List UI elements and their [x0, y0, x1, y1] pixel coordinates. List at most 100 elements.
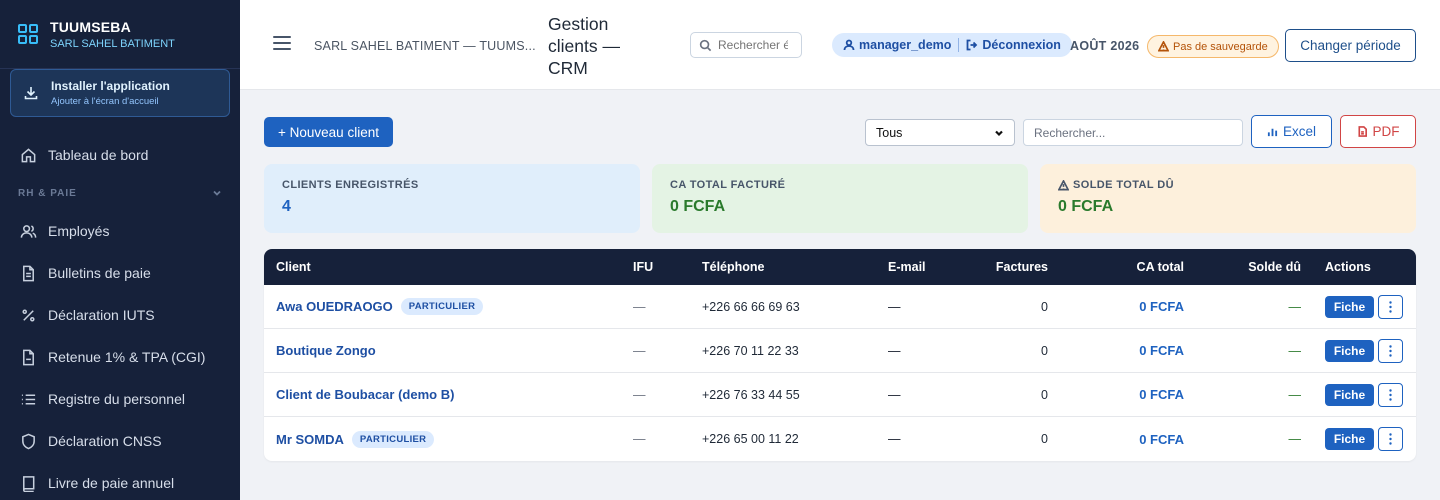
client-type-badge: PARTICULIER — [351, 430, 435, 448]
download-icon — [24, 87, 38, 100]
phone-cell: +226 70 11 22 33 — [702, 343, 799, 358]
warning-icon — [1158, 41, 1169, 52]
search-icon — [699, 39, 712, 51]
percent-icon — [22, 308, 35, 322]
section-rh-paie[interactable]: RH & PAIE — [0, 176, 240, 210]
sidebar-item-employes[interactable]: Employés — [0, 210, 240, 252]
file-pdf-icon — [1357, 126, 1367, 137]
sidebar-item-label: Bulletins de paie — [48, 265, 151, 281]
client-type-select-value: Tous — [876, 125, 903, 140]
global-search-input[interactable] — [718, 38, 788, 52]
client-cell: Client de Boubacar (demo B) — [276, 373, 454, 416]
logout-link[interactable]: Déconnexion — [982, 38, 1061, 52]
sidebar-item-livre[interactable]: Livre de paie annuel — [0, 462, 240, 500]
email-cell: — — [888, 299, 901, 314]
current-period: AOÛT 2026 — [1070, 39, 1140, 53]
sidebar-item-label: Registre du personnel — [48, 391, 185, 407]
more-actions-button[interactable] — [1378, 338, 1403, 363]
invoices-cell: 0 — [1041, 387, 1048, 402]
sidebar-item-retenue[interactable]: Retenue 1% & TPA (CGI) — [0, 336, 240, 378]
sidebar-item-bulletins[interactable]: Bulletins de paie — [0, 252, 240, 294]
export-pdf-label: PDF — [1372, 124, 1400, 139]
stat-label-row: SOLDE TOTAL DÛ — [1058, 179, 1398, 191]
client-name-link[interactable]: Awa OUEDRAOGO — [276, 299, 393, 314]
client-cell: Mr SOMDA PARTICULIER — [276, 417, 435, 461]
email-cell: — — [888, 343, 901, 358]
user-name[interactable]: manager_demo — [859, 38, 951, 52]
column-header-solde: Solde dû — [1248, 260, 1301, 274]
more-actions-button[interactable] — [1378, 382, 1403, 407]
stat-label: CLIENTS ENREGISTRÉS — [282, 179, 419, 191]
fiche-button[interactable]: Fiche — [1325, 295, 1374, 318]
stat-label: CA TOTAL FACTURÉ — [670, 179, 786, 191]
client-search-input[interactable] — [1023, 119, 1243, 146]
fiche-button[interactable]: Fiche — [1325, 383, 1374, 406]
stat-card-ca: CA TOTAL FACTURÉ 0 FCFA — [652, 164, 1028, 233]
column-header-ifu: IFU — [633, 260, 654, 274]
users-icon — [20, 224, 37, 238]
warning-icon — [1058, 179, 1069, 190]
more-vertical-icon — [1389, 433, 1392, 445]
sidebar-item-iuts[interactable]: Déclaration IUTS — [0, 294, 240, 336]
table-row: Mr SOMDA PARTICULIER — +226 65 00 11 22 … — [264, 417, 1416, 461]
brand-company: SARL SAHEL BATIMENT — [50, 37, 175, 50]
fiche-button[interactable]: Fiche — [1325, 339, 1374, 362]
book-icon — [23, 475, 35, 492]
change-period-button[interactable]: Changer période — [1285, 29, 1416, 62]
divider — [958, 38, 960, 52]
balance-cell: — — [1288, 343, 1302, 358]
header-company: SARL SAHEL BATIMENT — TUUMS... — [314, 39, 536, 53]
stat-card-clients: CLIENTS ENREGISTRÉS 4 — [264, 164, 640, 233]
client-name-link[interactable]: Boutique Zongo — [276, 343, 376, 358]
column-header-client: Client — [276, 260, 311, 274]
export-pdf-button[interactable]: PDF — [1340, 115, 1416, 148]
actions-cell: Fiche — [1325, 329, 1403, 372]
table-header: Client IFU Téléphone E-mail Factures CA … — [264, 249, 1416, 285]
more-actions-button[interactable] — [1378, 427, 1403, 451]
client-cell: Boutique Zongo — [276, 329, 376, 372]
sidebar-item-label: Employés — [48, 223, 110, 239]
new-client-button[interactable]: + Nouveau client — [264, 117, 393, 147]
column-header-factures: Factures — [995, 260, 1048, 274]
brand[interactable]: TUUMSEBA SARL SAHEL BATIMENT — [0, 0, 240, 69]
sidebar-nav: Tableau de bord RH & PAIE Employés Bulle… — [0, 134, 240, 500]
invoices-cell: 0 — [1041, 343, 1048, 358]
more-vertical-icon — [1389, 344, 1392, 357]
ifu-cell: — — [633, 387, 646, 402]
table-row: Client de Boubacar (demo B) — +226 76 33… — [264, 373, 1416, 417]
balance-cell: — — [1288, 432, 1302, 446]
sidebar: TUUMSEBA SARL SAHEL BATIMENT Installer l… — [0, 0, 240, 500]
chevron-down-icon — [995, 130, 1003, 136]
table-row: Awa OUEDRAOGO PARTICULIER — +226 66 66 6… — [264, 285, 1416, 329]
menu-icon[interactable] — [273, 36, 291, 50]
user-pill: manager_demo Déconnexion — [832, 33, 1072, 57]
fiche-button[interactable]: Fiche — [1325, 428, 1374, 450]
more-vertical-icon — [1389, 388, 1392, 401]
column-header-email: E-mail — [888, 260, 926, 274]
more-vertical-icon — [1389, 300, 1392, 313]
global-search[interactable] — [690, 32, 802, 58]
sidebar-item-registre[interactable]: Registre du personnel — [0, 378, 240, 420]
client-name-link[interactable]: Mr SOMDA — [276, 432, 344, 447]
more-actions-button[interactable] — [1378, 294, 1403, 319]
stat-value: 4 — [282, 198, 291, 215]
no-save-badge: Pas de sauvegarde — [1147, 35, 1279, 58]
client-type-select[interactable]: Tous — [865, 119, 1015, 146]
client-name-link[interactable]: Client de Boubacar (demo B) — [276, 387, 454, 402]
sidebar-item-dashboard[interactable]: Tableau de bord — [0, 134, 240, 176]
email-cell: — — [888, 432, 901, 446]
list-icon — [21, 393, 36, 405]
shield-icon — [22, 433, 35, 449]
sidebar-item-label: Déclaration IUTS — [48, 307, 155, 323]
client-cell: Awa OUEDRAOGO PARTICULIER — [276, 285, 484, 328]
home-icon — [21, 147, 36, 162]
no-save-label: Pas de sauvegarde — [1173, 40, 1268, 53]
table-row: Boutique Zongo — +226 70 11 22 33 — 0 0 … — [264, 329, 1416, 373]
ca-cell: 0 FCFA — [1139, 387, 1184, 402]
column-header-telephone: Téléphone — [702, 260, 765, 274]
export-excel-button[interactable]: Excel — [1251, 115, 1332, 148]
sidebar-item-cnss[interactable]: Déclaration CNSS — [0, 420, 240, 462]
stat-label: SOLDE TOTAL DÛ — [1073, 179, 1174, 191]
install-app-button[interactable]: Installer l'application Ajouter à l'écra… — [10, 69, 230, 117]
bar-chart-icon — [1267, 128, 1278, 137]
